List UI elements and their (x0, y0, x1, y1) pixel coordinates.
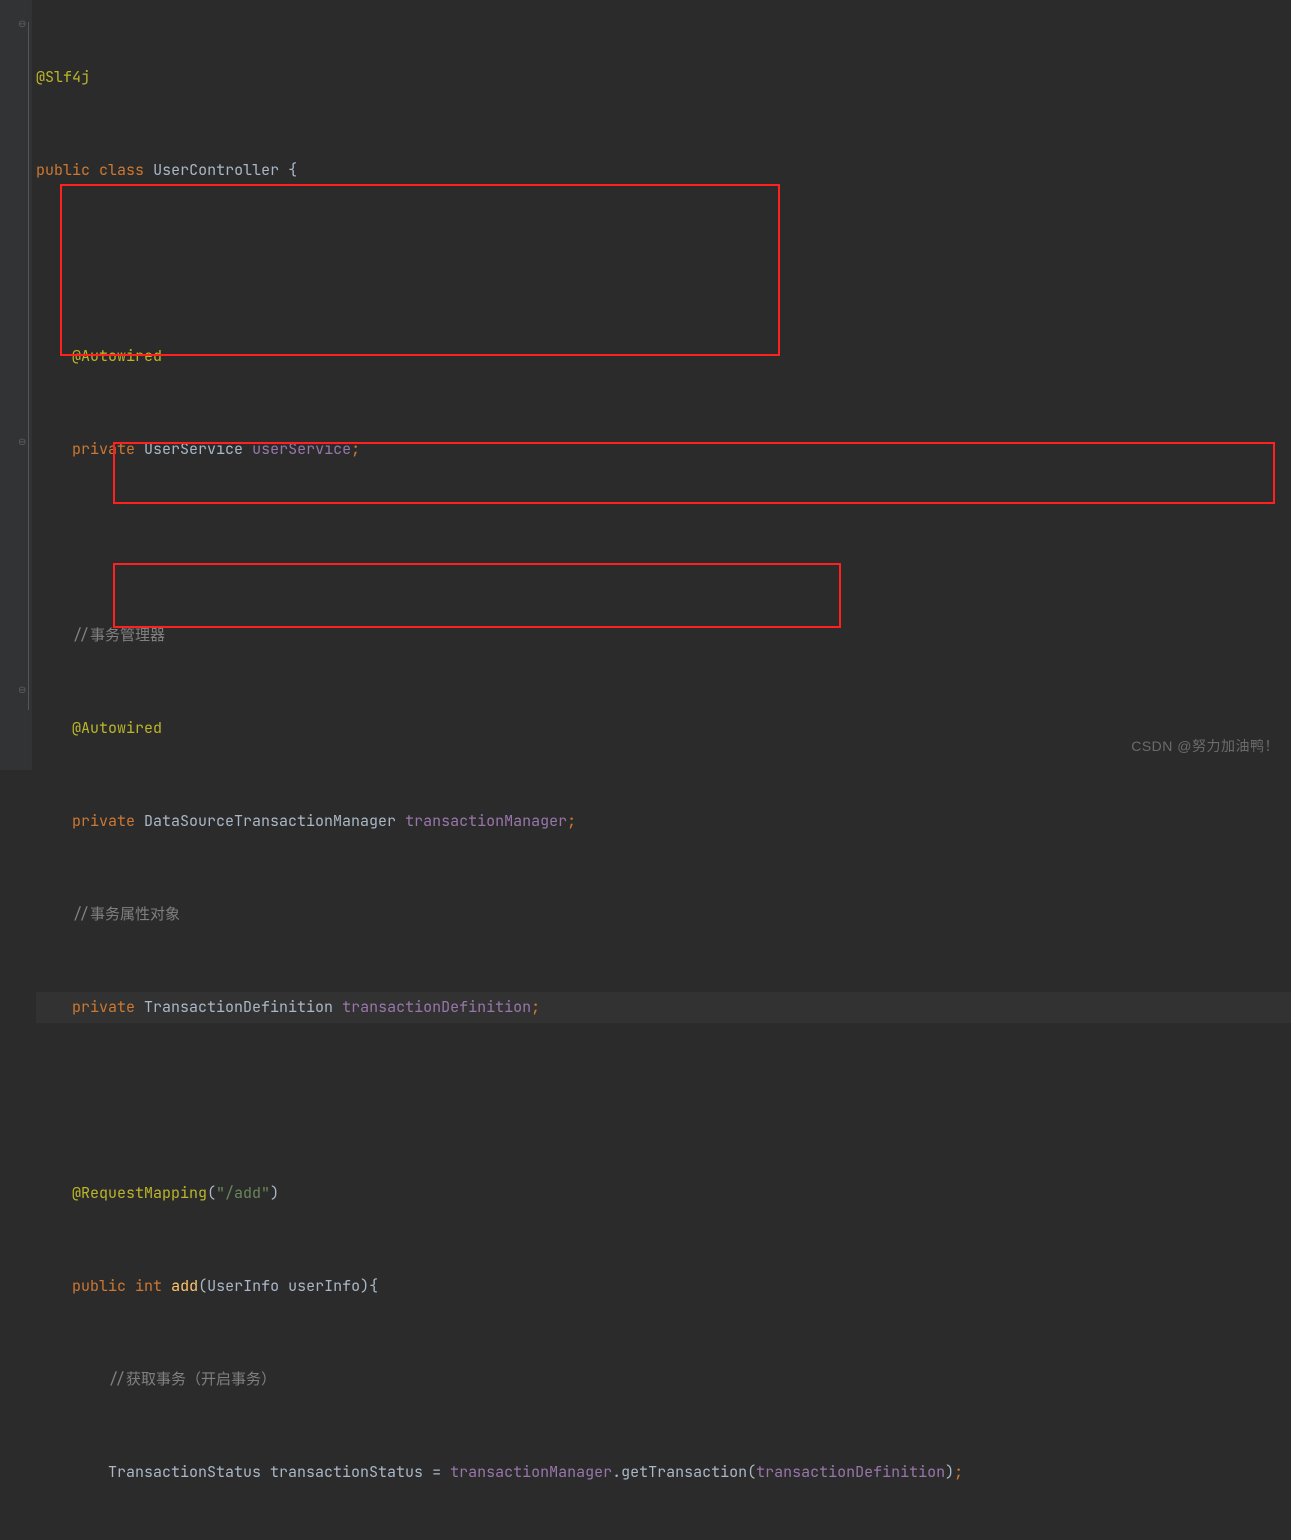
watermark: CSDN @努力加油鸭！ (1131, 731, 1279, 762)
method-name: add (171, 1276, 198, 1296)
annotation: @Autowired (72, 718, 162, 738)
fold-icon[interactable]: ⊖ (18, 8, 26, 39)
field-name: transactionDefinition (342, 997, 531, 1017)
semicolon: ; (567, 811, 576, 831)
semicolon: ; (351, 439, 360, 459)
keyword-private: private (72, 439, 135, 459)
field-name: userService (252, 439, 351, 459)
type: UserService (144, 439, 243, 459)
annotation: @Slf4j (36, 67, 90, 87)
comment: //事务管理器 (72, 625, 165, 645)
keyword-private: private (72, 997, 135, 1017)
keyword-class: class (99, 160, 144, 180)
comment: //事务属性对象 (72, 904, 180, 924)
type: DataSourceTransactionManager (144, 811, 396, 831)
gutter: ⊖ ⊖ ⊖ (0, 0, 32, 770)
field-name: transactionManager (405, 811, 567, 831)
code-editor[interactable]: @Slf4j public class UserController { @Au… (36, 0, 1291, 1540)
fold-icon[interactable]: ⊖ (18, 674, 26, 705)
keyword-public: public (72, 1276, 126, 1296)
semicolon: ; (531, 997, 540, 1017)
keyword-private: private (72, 811, 135, 831)
brace: { (288, 160, 297, 180)
keyword-int: int (135, 1276, 162, 1296)
fold-icon[interactable]: ⊖ (18, 426, 26, 457)
class-name: UserController (153, 160, 279, 180)
type: TransactionDefinition (144, 997, 333, 1017)
comment: //获取事务（开启事务） (108, 1369, 276, 1389)
annotation: @Autowired (72, 346, 162, 366)
keyword-public: public (36, 160, 90, 180)
string-literal: "/add" (216, 1183, 270, 1203)
annotation: @RequestMapping (72, 1183, 207, 1203)
